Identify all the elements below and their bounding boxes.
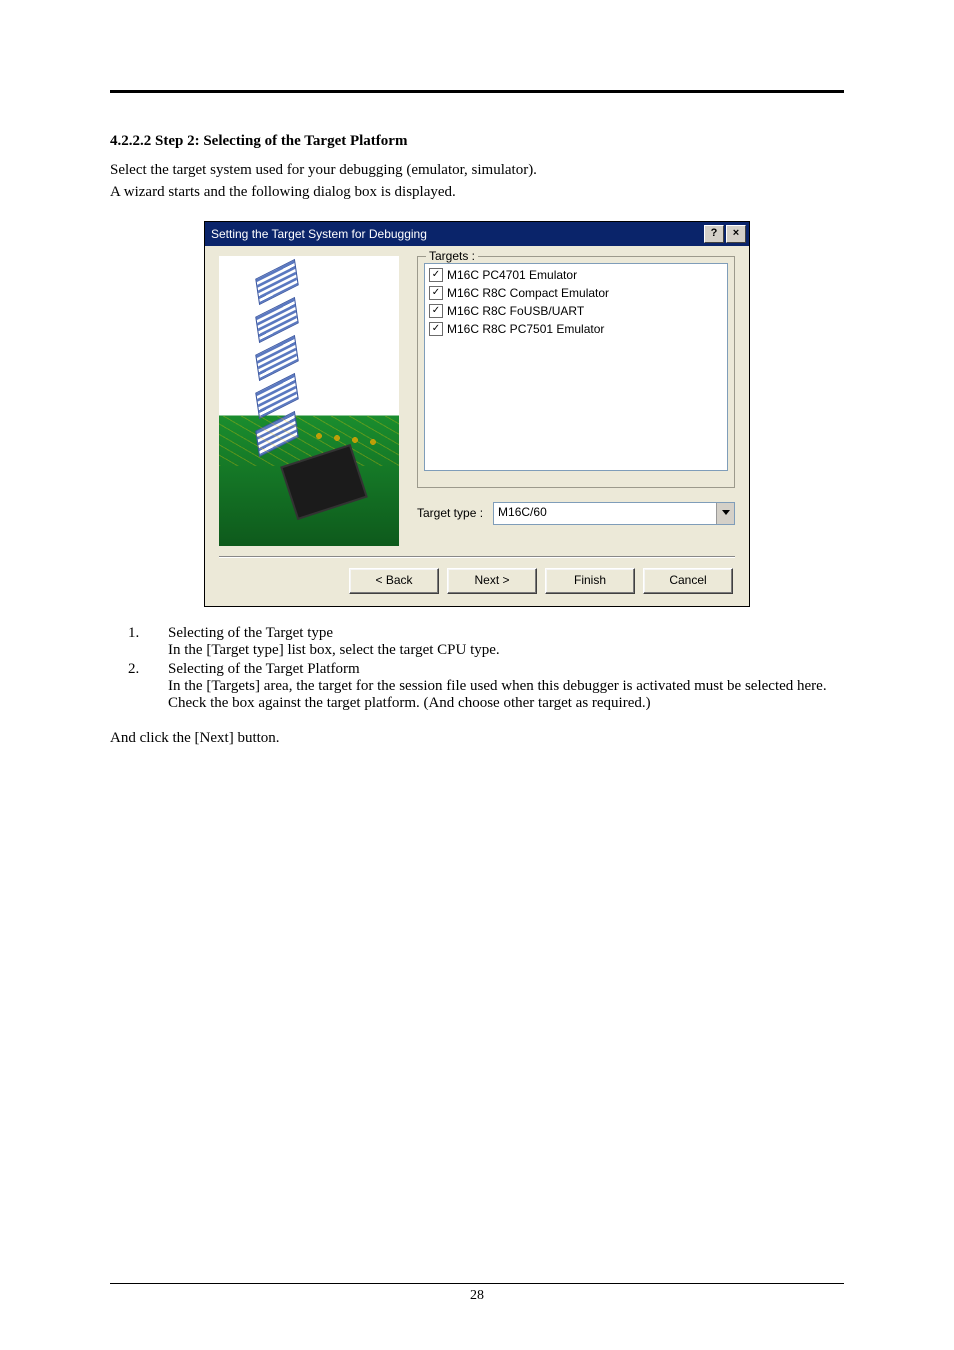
finish-button[interactable]: Finish bbox=[545, 568, 635, 594]
targets-fieldset: Targets : ✓ M16C PC4701 Emulator ✓ M16C … bbox=[417, 256, 735, 488]
target-item[interactable]: ✓ M16C R8C PC7501 Emulator bbox=[429, 320, 723, 338]
closing-text: And click the [Next] button. bbox=[110, 728, 844, 748]
dialog-window: Setting the Target System for Debugging … bbox=[204, 221, 750, 607]
target-type-value: M16C/60 bbox=[494, 503, 716, 524]
target-type-combobox[interactable]: M16C/60 bbox=[493, 502, 735, 525]
list-number: 2. bbox=[128, 661, 146, 712]
target-item-label: M16C R8C Compact Emulator bbox=[447, 284, 609, 302]
target-item[interactable]: ✓ M16C PC4701 Emulator bbox=[429, 266, 723, 284]
checkbox-icon[interactable]: ✓ bbox=[429, 304, 443, 318]
list-item: 2. Selecting of the Target Platform In t… bbox=[128, 661, 844, 712]
button-row: < Back Next > Finish Cancel bbox=[219, 568, 735, 598]
checkbox-icon[interactable]: ✓ bbox=[429, 268, 443, 282]
target-item-label: M16C R8C PC7501 Emulator bbox=[447, 320, 604, 338]
intro-text: A wizard starts and the following dialog… bbox=[110, 182, 844, 202]
section-heading: 4.2.2.2 Step 2: Selecting of the Target … bbox=[110, 133, 844, 150]
target-item[interactable]: ✓ M16C R8C FoUSB/UART bbox=[429, 302, 723, 320]
list-title: Selecting of the Target Platform bbox=[168, 661, 844, 678]
targets-legend: Targets : bbox=[426, 249, 478, 263]
intro-text: Select the target system used for your d… bbox=[110, 160, 844, 180]
list-body: In the [Targets] area, the target for th… bbox=[168, 678, 844, 695]
wizard-graphic bbox=[219, 256, 399, 546]
list-item: 1. Selecting of the Target type In the [… bbox=[128, 625, 844, 659]
page-number: 28 bbox=[110, 1288, 844, 1304]
chevron-down-icon[interactable] bbox=[716, 503, 734, 524]
separator bbox=[219, 556, 735, 558]
back-button[interactable]: < Back bbox=[349, 568, 439, 594]
instruction-list: 1. Selecting of the Target type In the [… bbox=[128, 625, 844, 712]
checkbox-icon[interactable]: ✓ bbox=[429, 286, 443, 300]
target-item-label: M16C R8C FoUSB/UART bbox=[447, 302, 584, 320]
list-title: Selecting of the Target type bbox=[168, 625, 844, 642]
titlebar: Setting the Target System for Debugging … bbox=[205, 222, 749, 246]
close-button[interactable]: × bbox=[726, 225, 746, 243]
checkbox-icon[interactable]: ✓ bbox=[429, 322, 443, 336]
footer-rule bbox=[110, 1283, 844, 1284]
cancel-button[interactable]: Cancel bbox=[643, 568, 733, 594]
list-body: Check the box against the target platfor… bbox=[168, 695, 844, 712]
target-item[interactable]: ✓ M16C R8C Compact Emulator bbox=[429, 284, 723, 302]
target-type-label: Target type : bbox=[417, 506, 483, 520]
top-rule bbox=[110, 90, 844, 93]
next-button[interactable]: Next > bbox=[447, 568, 537, 594]
list-body: In the [Target type] list box, select th… bbox=[168, 642, 844, 659]
target-item-label: M16C PC4701 Emulator bbox=[447, 266, 577, 284]
list-number: 1. bbox=[128, 625, 146, 659]
help-button[interactable]: ? bbox=[704, 225, 724, 243]
targets-listbox[interactable]: ✓ M16C PC4701 Emulator ✓ M16C R8C Compac… bbox=[424, 263, 728, 471]
dialog-title: Setting the Target System for Debugging bbox=[208, 227, 702, 241]
